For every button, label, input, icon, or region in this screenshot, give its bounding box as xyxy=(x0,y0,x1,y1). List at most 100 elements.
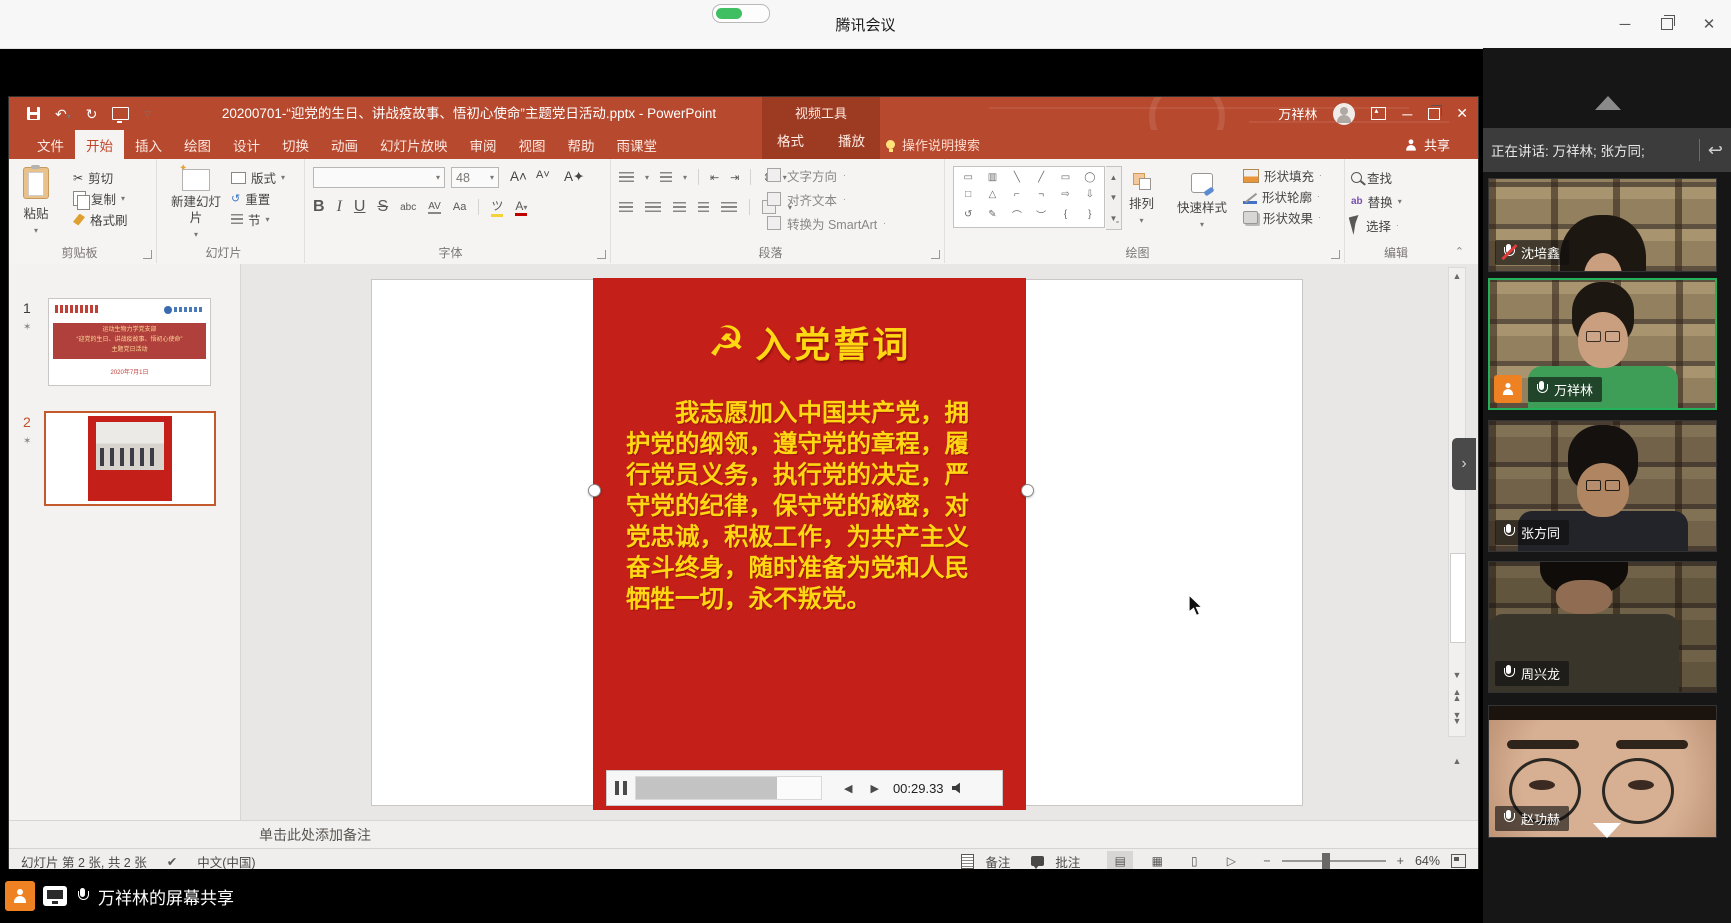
spellcheck-icon[interactable]: ✔ xyxy=(167,854,177,869)
font-size-combo[interactable]: 48▾ xyxy=(451,167,499,188)
increase-indent-icon[interactable]: ⇥ xyxy=(730,171,739,184)
quick-styles-button[interactable]: 快速样式▾ xyxy=(1177,173,1227,229)
shape-fill-button[interactable]: 形状填充· xyxy=(1243,165,1322,186)
meeting-restore-button[interactable] xyxy=(1647,0,1687,48)
bullets-icon[interactable] xyxy=(619,172,634,183)
fit-to-window-icon[interactable] xyxy=(1451,854,1466,868)
layout-button[interactable]: 版式▾ xyxy=(231,167,285,188)
forward-button[interactable]: ▶ xyxy=(870,782,878,795)
meeting-close-button[interactable]: ✕ xyxy=(1689,0,1729,48)
rewind-button[interactable]: ◀ xyxy=(844,782,852,795)
align-text-button[interactable]: 对齐文本· xyxy=(767,187,886,211)
justify-icon[interactable] xyxy=(698,202,709,213)
customize-qat-icon[interactable]: ▽ xyxy=(144,109,150,118)
tab-transitions[interactable]: 切换 xyxy=(271,130,320,159)
tab-review[interactable]: 审阅 xyxy=(459,130,508,159)
scroll-down-triangle-icon[interactable] xyxy=(1593,823,1621,838)
redo-icon[interactable]: ↻ xyxy=(86,107,98,121)
tab-play[interactable]: 播放 xyxy=(827,130,876,150)
ppt-restore-button[interactable] xyxy=(1428,108,1440,120)
media-progress-bar[interactable] xyxy=(635,776,822,800)
save-icon[interactable] xyxy=(27,107,40,120)
selection-handle-right[interactable] xyxy=(1021,484,1034,497)
ppt-close-button[interactable]: ✕ xyxy=(1456,105,1468,122)
share-button[interactable]: 共享 xyxy=(1404,130,1450,159)
strikethrough-button[interactable]: S xyxy=(377,198,388,216)
start-slideshow-icon[interactable] xyxy=(112,107,129,120)
ppt-minimize-button[interactable]: ─ xyxy=(1402,106,1412,122)
increase-font-icon[interactable]: A˄ xyxy=(507,169,530,184)
decrease-indent-icon[interactable]: ⇤ xyxy=(710,171,719,184)
scrollbar-thumb[interactable] xyxy=(1450,553,1466,643)
align-center-icon[interactable] xyxy=(645,202,661,213)
scroll-up-triangle-icon[interactable] xyxy=(1595,96,1621,110)
dialog-launcher-icon[interactable] xyxy=(597,250,606,259)
notes-scroll-up-icon[interactable]: ▲ xyxy=(1448,756,1466,766)
tab-insert[interactable]: 插入 xyxy=(124,130,173,159)
shapes-gallery[interactable]: ▭▥╲╱▭◯ □△⌐¬⇨⇩ ↺✎⌒︶{} xyxy=(953,166,1105,228)
shape-effects-button[interactable]: 形状效果· xyxy=(1243,207,1322,228)
shapes-gallery-scroll[interactable]: ▲▼▼̳ xyxy=(1106,166,1122,230)
new-slide-button[interactable]: 新建幻灯片▾ xyxy=(165,169,227,239)
tab-file[interactable]: 文件 xyxy=(26,130,75,159)
tab-draw[interactable]: 绘图 xyxy=(173,130,222,159)
vertical-scrollbar[interactable]: ▲ ▼ ▲▲ ▼▼ xyxy=(1448,267,1466,737)
italic-button[interactable]: I xyxy=(337,198,342,216)
tab-home[interactable]: 开始 xyxy=(75,130,124,159)
align-right-icon[interactable] xyxy=(673,202,686,213)
reset-button[interactable]: ↺重置 xyxy=(231,188,285,209)
reading-view-button[interactable]: ▯ xyxy=(1181,851,1207,871)
highlight-color-button[interactable]: ツ xyxy=(491,197,503,217)
arrange-button[interactable]: 排列▾ xyxy=(1129,173,1154,225)
tab-format[interactable]: 格式 xyxy=(766,130,815,150)
video-tile-wanxianglin[interactable]: 万祥林 xyxy=(1488,278,1717,410)
font-color-button[interactable]: A▾ xyxy=(515,199,527,216)
paste-button[interactable]: 粘贴▾ xyxy=(23,167,49,235)
dialog-launcher-icon[interactable] xyxy=(931,250,940,259)
tab-animations[interactable]: 动画 xyxy=(320,130,369,159)
find-button[interactable]: 查找 xyxy=(1351,165,1402,189)
slide-thumbnail-2-selected[interactable] xyxy=(44,411,216,506)
notes-pane[interactable]: 单击此处添加备注 xyxy=(9,820,1478,849)
text-direction-button[interactable]: 文字方向· xyxy=(767,163,886,187)
reply-arrow-icon[interactable]: ↩ xyxy=(1708,140,1723,161)
account-user-name[interactable]: 万祥林 xyxy=(1278,104,1317,123)
slideshow-view-button[interactable]: ▷ xyxy=(1218,851,1244,871)
shape-outline-button[interactable]: 形状轮廓· xyxy=(1243,186,1322,207)
tab-help[interactable]: 帮助 xyxy=(557,130,606,159)
tab-design[interactable]: 设计 xyxy=(222,130,271,159)
meeting-minimize-button[interactable]: ─ xyxy=(1605,0,1645,48)
video-tile-shenpeixin[interactable]: 沈培鑫 xyxy=(1488,178,1717,272)
char-spacing-button[interactable]: AV xyxy=(428,201,441,214)
ribbon-display-options-icon[interactable] xyxy=(1371,107,1386,120)
dialog-launcher-icon[interactable] xyxy=(1331,250,1340,259)
language-indicator[interactable]: 中文(中国) xyxy=(197,852,255,871)
cut-button[interactable]: ✂剪切 xyxy=(73,167,128,188)
undo-icon[interactable]: ↶▾ xyxy=(55,107,71,121)
next-slide-icon[interactable]: ▼▼ xyxy=(1449,712,1465,725)
comments-toggle[interactable]: 批注 xyxy=(1055,852,1080,871)
replace-button[interactable]: ab替换▾ xyxy=(1351,189,1402,213)
zoom-out-button[interactable]: − xyxy=(1263,854,1270,868)
zoom-in-button[interactable]: + xyxy=(1397,854,1404,868)
copy-button[interactable]: 复制▾ xyxy=(73,188,128,209)
convert-smartart-button[interactable]: 转换为 SmartArt· xyxy=(767,211,886,235)
underline-button[interactable]: U xyxy=(354,198,366,216)
decrease-font-icon[interactable]: A˅ xyxy=(533,169,553,181)
slide-thumbnail-1[interactable]: 运动生物力学党支部 “迎党的生日、讲战疫故事、悟初心使命” 主题党日活动 202… xyxy=(48,298,211,386)
speaker-icon[interactable] xyxy=(952,782,966,794)
align-left-icon[interactable] xyxy=(619,202,633,213)
slide-sorter-view-button[interactable]: ▦ xyxy=(1144,851,1170,871)
notes-toggle[interactable]: 备注 xyxy=(985,852,1010,871)
tab-yuketang[interactable]: 雨课堂 xyxy=(606,130,669,159)
selection-handle-left[interactable] xyxy=(588,484,601,497)
scroll-up-icon[interactable]: ▲ xyxy=(1449,271,1465,281)
scroll-down-icon[interactable]: ▼ xyxy=(1449,670,1465,680)
numbering-icon[interactable] xyxy=(660,172,672,183)
previous-slide-icon[interactable]: ▲▲ xyxy=(1449,689,1465,702)
avatar[interactable] xyxy=(1333,103,1355,125)
section-button[interactable]: 节▾ xyxy=(231,209,285,230)
bold-button[interactable]: B xyxy=(313,198,325,216)
columns-icon[interactable] xyxy=(721,202,737,213)
zoom-level[interactable]: 64% xyxy=(1415,854,1440,868)
